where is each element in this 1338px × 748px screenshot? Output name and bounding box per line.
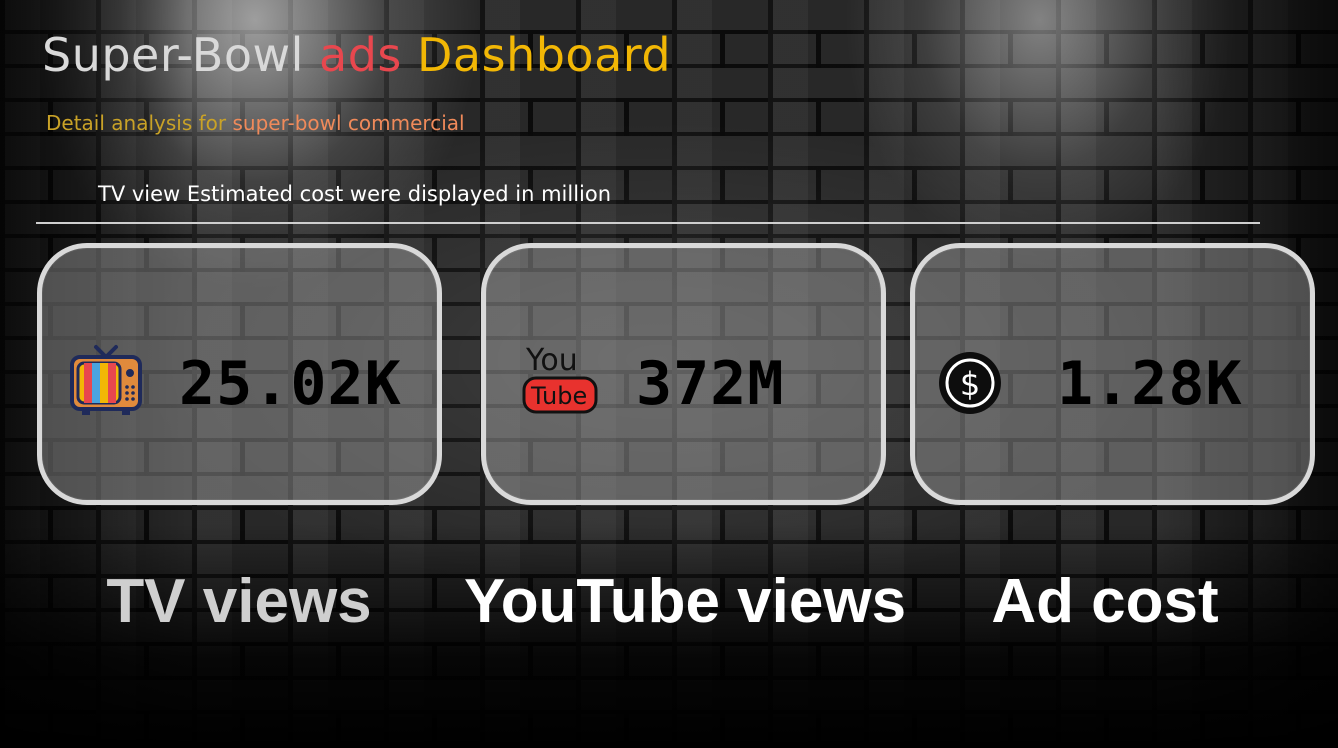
dashboard-subtitle: Detail analysis for super-bowl commercia… bbox=[46, 111, 465, 135]
header-divider bbox=[36, 222, 1260, 224]
subtitle-part-detail: Detail analysis for bbox=[46, 111, 227, 135]
svg-text:Tube: Tube bbox=[530, 382, 587, 410]
dollar-coin-icon: $ bbox=[935, 348, 1005, 418]
dashboard-canvas: Super-Bowl ads Dashboard Detail analysis… bbox=[0, 0, 1338, 748]
kpi-label-ad-cost: Ad cost bbox=[991, 567, 1219, 636]
kpi-value-youtube-views: 372M bbox=[636, 349, 785, 419]
svg-text:You: You bbox=[525, 343, 578, 378]
youtube-icon: You Tube bbox=[520, 338, 600, 418]
kpi-value-ad-cost: 1.28K bbox=[1057, 349, 1243, 419]
units-note: TV view Estimated cost were displayed in… bbox=[98, 182, 612, 206]
kpi-label-youtube-views: YouTube views bbox=[463, 567, 907, 636]
kpi-value-tv-views: 25.02K bbox=[179, 349, 402, 419]
title-part-ads: ads bbox=[319, 28, 402, 82]
kpi-card-tv-views: 25.02K bbox=[37, 243, 442, 505]
title-part-dashboard: Dashboard bbox=[417, 28, 672, 82]
title-part-super-bowl: Super-Bowl bbox=[42, 28, 304, 82]
tv-icon bbox=[66, 341, 146, 421]
kpi-card-ad-cost: $ 1.28K bbox=[910, 243, 1315, 505]
svg-text:$: $ bbox=[960, 365, 980, 403]
kpi-label-tv-views: TV views bbox=[106, 567, 372, 636]
dashboard-title: Super-Bowl ads Dashboard bbox=[42, 28, 671, 82]
kpi-card-youtube-views: You Tube 372M bbox=[481, 243, 886, 505]
subtitle-part-commercial: super-bowl commercial bbox=[232, 111, 465, 135]
